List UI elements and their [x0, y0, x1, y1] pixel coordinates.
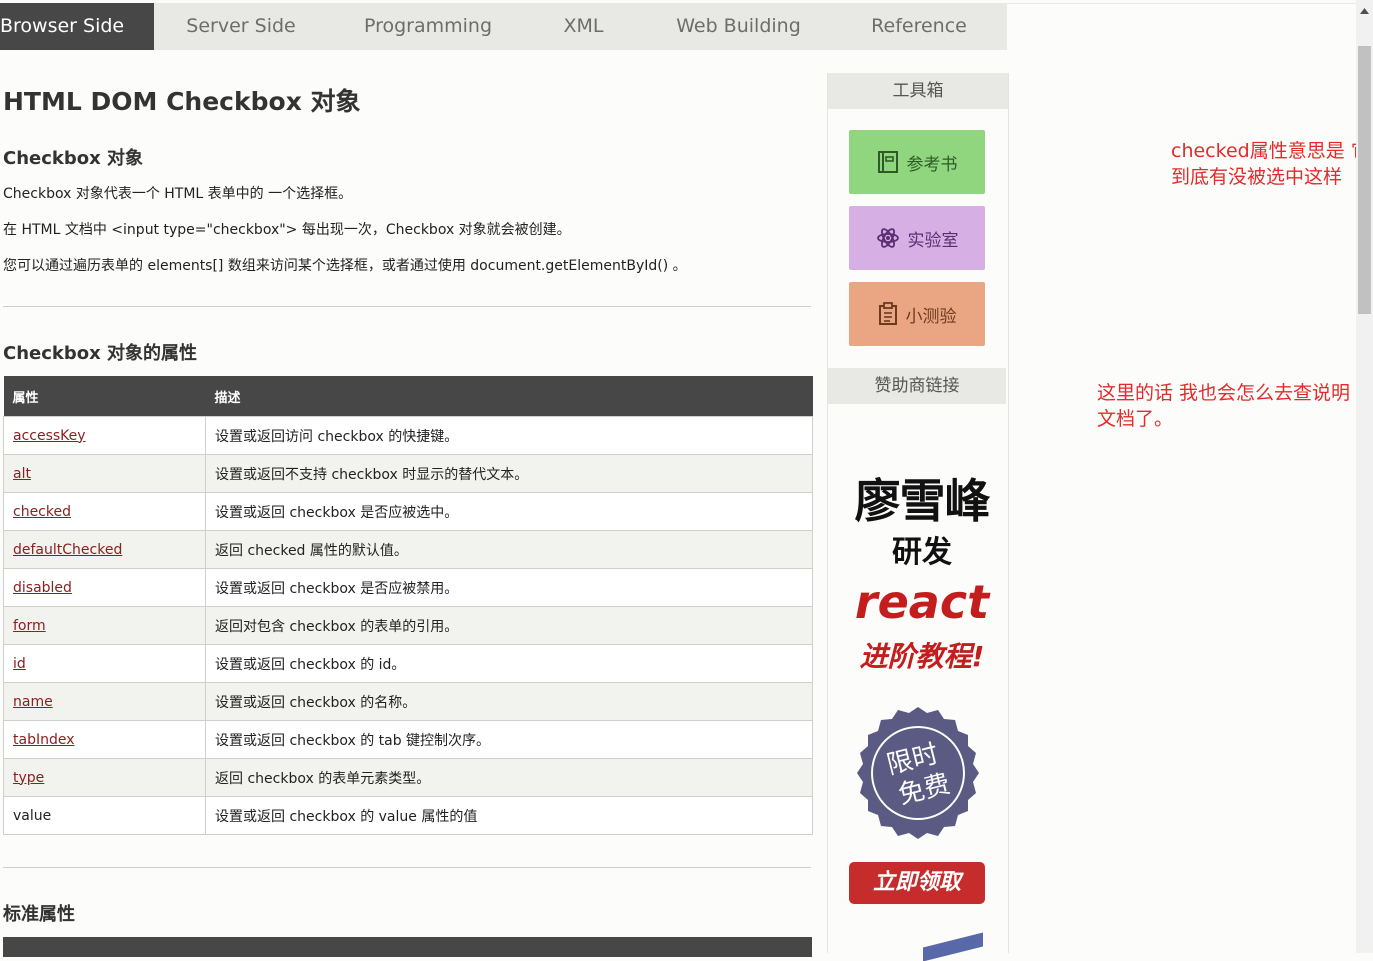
atom-icon [876, 226, 900, 250]
table-row: alt 设置或返回不支持 checkbox 时显示的替代文本。 [3, 454, 813, 493]
sidebar: 工具箱 参考书 实验室 小测验 赞助商链接 廖雪峰 研发 react 进阶教程! [827, 73, 1009, 961]
lab-button[interactable]: 实验室 [849, 206, 985, 270]
property-link[interactable]: defaultChecked [13, 542, 122, 558]
property-name-cell: disabled [3, 568, 206, 607]
divider [3, 867, 811, 868]
table-row: type 返回 checkbox 的表单元素类型。 [3, 758, 813, 797]
property-name-cell: type [3, 758, 206, 797]
annotation-note-checked: checked属性意思是 它到底有没被选中这样 [1171, 140, 1370, 188]
intro-paragraph-1: Checkbox 对象代表一个 HTML 表单中的 一个选择框。 [3, 186, 353, 202]
table-row: disabled 设置或返回 checkbox 是否应被禁用。 [3, 568, 813, 607]
property-name-cell: alt [3, 454, 206, 493]
top-nav: Browser Side Server Side Programming XML… [0, 3, 1007, 50]
column-header-property: 属性 [3, 376, 206, 417]
ad-react-text: react [854, 575, 990, 629]
reference-button-label: 参考书 [906, 154, 958, 175]
property-link[interactable]: accessKey [13, 428, 86, 444]
nav-programming[interactable]: Programming [328, 3, 528, 50]
property-link[interactable]: alt [13, 466, 31, 482]
book-image [923, 932, 983, 961]
table-row: form 返回对包含 checkbox 的表单的引用。 [3, 606, 813, 645]
property-name-cell: accessKey [3, 416, 206, 455]
sponsor-ad[interactable]: 廖雪峰 研发 react 进阶教程! 限时 免费 立即领取 [838, 435, 1006, 961]
table-row: accessKey 设置或返回访问 checkbox 的快捷键。 [3, 416, 813, 455]
property-description-cell: 设置或返回访问 checkbox 的快捷键。 [205, 416, 813, 455]
table-row: checked 设置或返回 checkbox 是否应被选中。 [3, 492, 813, 531]
claim-now-button[interactable]: 立即领取 [849, 862, 985, 904]
section-heading-properties: Checkbox 对象的属性 [3, 343, 198, 364]
sponsor-links-title: 赞助商链接 [828, 368, 1006, 404]
property-link[interactable]: id [13, 656, 26, 672]
annotation-note-docs: 这里的话 我也会怎么去查说明文档了。 [1097, 382, 1351, 430]
nav-server-side[interactable]: Server Side [154, 3, 328, 50]
intro-paragraph-3: 您可以通过遍历表单的 elements[] 数组来访问某个选择框，或者通过使用 … [3, 258, 687, 274]
property-name-cell: checked [3, 492, 206, 531]
section-heading-standard-properties: 标准属性 [3, 904, 75, 925]
property-description-cell: 设置或返回 checkbox 的 id。 [205, 644, 813, 683]
property-description-cell: 返回 checkbox 的表单元素类型。 [205, 758, 813, 797]
nav-browser-side[interactable]: Browser Side [0, 3, 154, 50]
quiz-button[interactable]: 小测验 [849, 282, 985, 346]
intro-paragraph-2: 在 HTML 文档中 <input type="checkbox"> 每出现一次… [3, 222, 571, 238]
property-name-cell: id [3, 644, 206, 683]
property-name-cell: defaultChecked [3, 530, 206, 569]
property-link[interactable]: form [13, 618, 46, 634]
property-link[interactable]: disabled [13, 580, 72, 596]
standard-properties-table-header [3, 937, 812, 957]
lab-button-label: 实验室 [907, 230, 959, 251]
scroll-up-arrow-icon[interactable] [1356, 0, 1373, 22]
table-header-row: 属性 描述 [3, 376, 813, 417]
property-description-cell: 设置或返回 checkbox 的 tab 键控制次序。 [205, 720, 813, 759]
property-link[interactable]: tabIndex [13, 732, 75, 748]
scrollbar-thumb[interactable] [1358, 46, 1371, 314]
property-link[interactable]: name [13, 694, 53, 710]
ad-developed-label: 研发 [892, 535, 952, 570]
quiz-button-label: 小测验 [905, 306, 957, 327]
property-link[interactable]: type [13, 770, 44, 786]
property-name: value [13, 807, 52, 824]
table-row: name 设置或返回 checkbox 的名称。 [3, 682, 813, 721]
property-name-cell: tabIndex [3, 720, 206, 759]
book-icon [877, 150, 899, 174]
table-row: id 设置或返回 checkbox 的 id。 [3, 644, 813, 683]
clipboard-icon [878, 302, 898, 326]
property-description-cell: 设置或返回 checkbox 是否应被选中。 [205, 492, 813, 531]
property-name-cell: value [3, 796, 206, 835]
property-link[interactable]: checked [13, 504, 71, 520]
nav-reference[interactable]: Reference [838, 3, 1000, 50]
reference-button[interactable]: 参考书 [849, 130, 985, 194]
ad-author-name: 廖雪峰 [854, 474, 991, 528]
toolbox-title: 工具箱 [828, 73, 1008, 109]
nav-web-building[interactable]: Web Building [639, 3, 838, 50]
table-row: tabIndex 设置或返回 checkbox 的 tab 键控制次序。 [3, 720, 813, 759]
property-name-cell: form [3, 606, 206, 645]
page-title: HTML DOM Checkbox 对象 [3, 87, 361, 116]
nav-xml[interactable]: XML [528, 3, 639, 50]
property-name-cell: name [3, 682, 206, 721]
property-description-cell: 返回 checked 属性的默认值。 [205, 530, 813, 569]
divider [3, 306, 811, 307]
properties-table: 属性 描述 accessKey 设置或返回访问 checkbox 的快捷键。 alt… [3, 376, 813, 835]
table-row: value 设置或返回 checkbox 的 value 属性的值 [3, 796, 813, 835]
property-description-cell: 设置或返回 checkbox 的 value 属性的值 [205, 796, 813, 835]
property-description-cell: 设置或返回不支持 checkbox 时显示的替代文本。 [205, 454, 813, 493]
limited-free-seal-icon: 限时 免费 [850, 705, 986, 845]
section-heading-checkbox-object: Checkbox 对象 [3, 148, 144, 169]
ad-course-text: 进阶教程! [859, 640, 985, 673]
property-description-cell: 设置或返回 checkbox 是否应被禁用。 [205, 568, 813, 607]
table-row: defaultChecked 返回 checked 属性的默认值。 [3, 530, 813, 569]
property-description-cell: 返回对包含 checkbox 的表单的引用。 [205, 606, 813, 645]
property-description-cell: 设置或返回 checkbox 的名称。 [205, 682, 813, 721]
column-header-description: 描述 [205, 376, 813, 417]
